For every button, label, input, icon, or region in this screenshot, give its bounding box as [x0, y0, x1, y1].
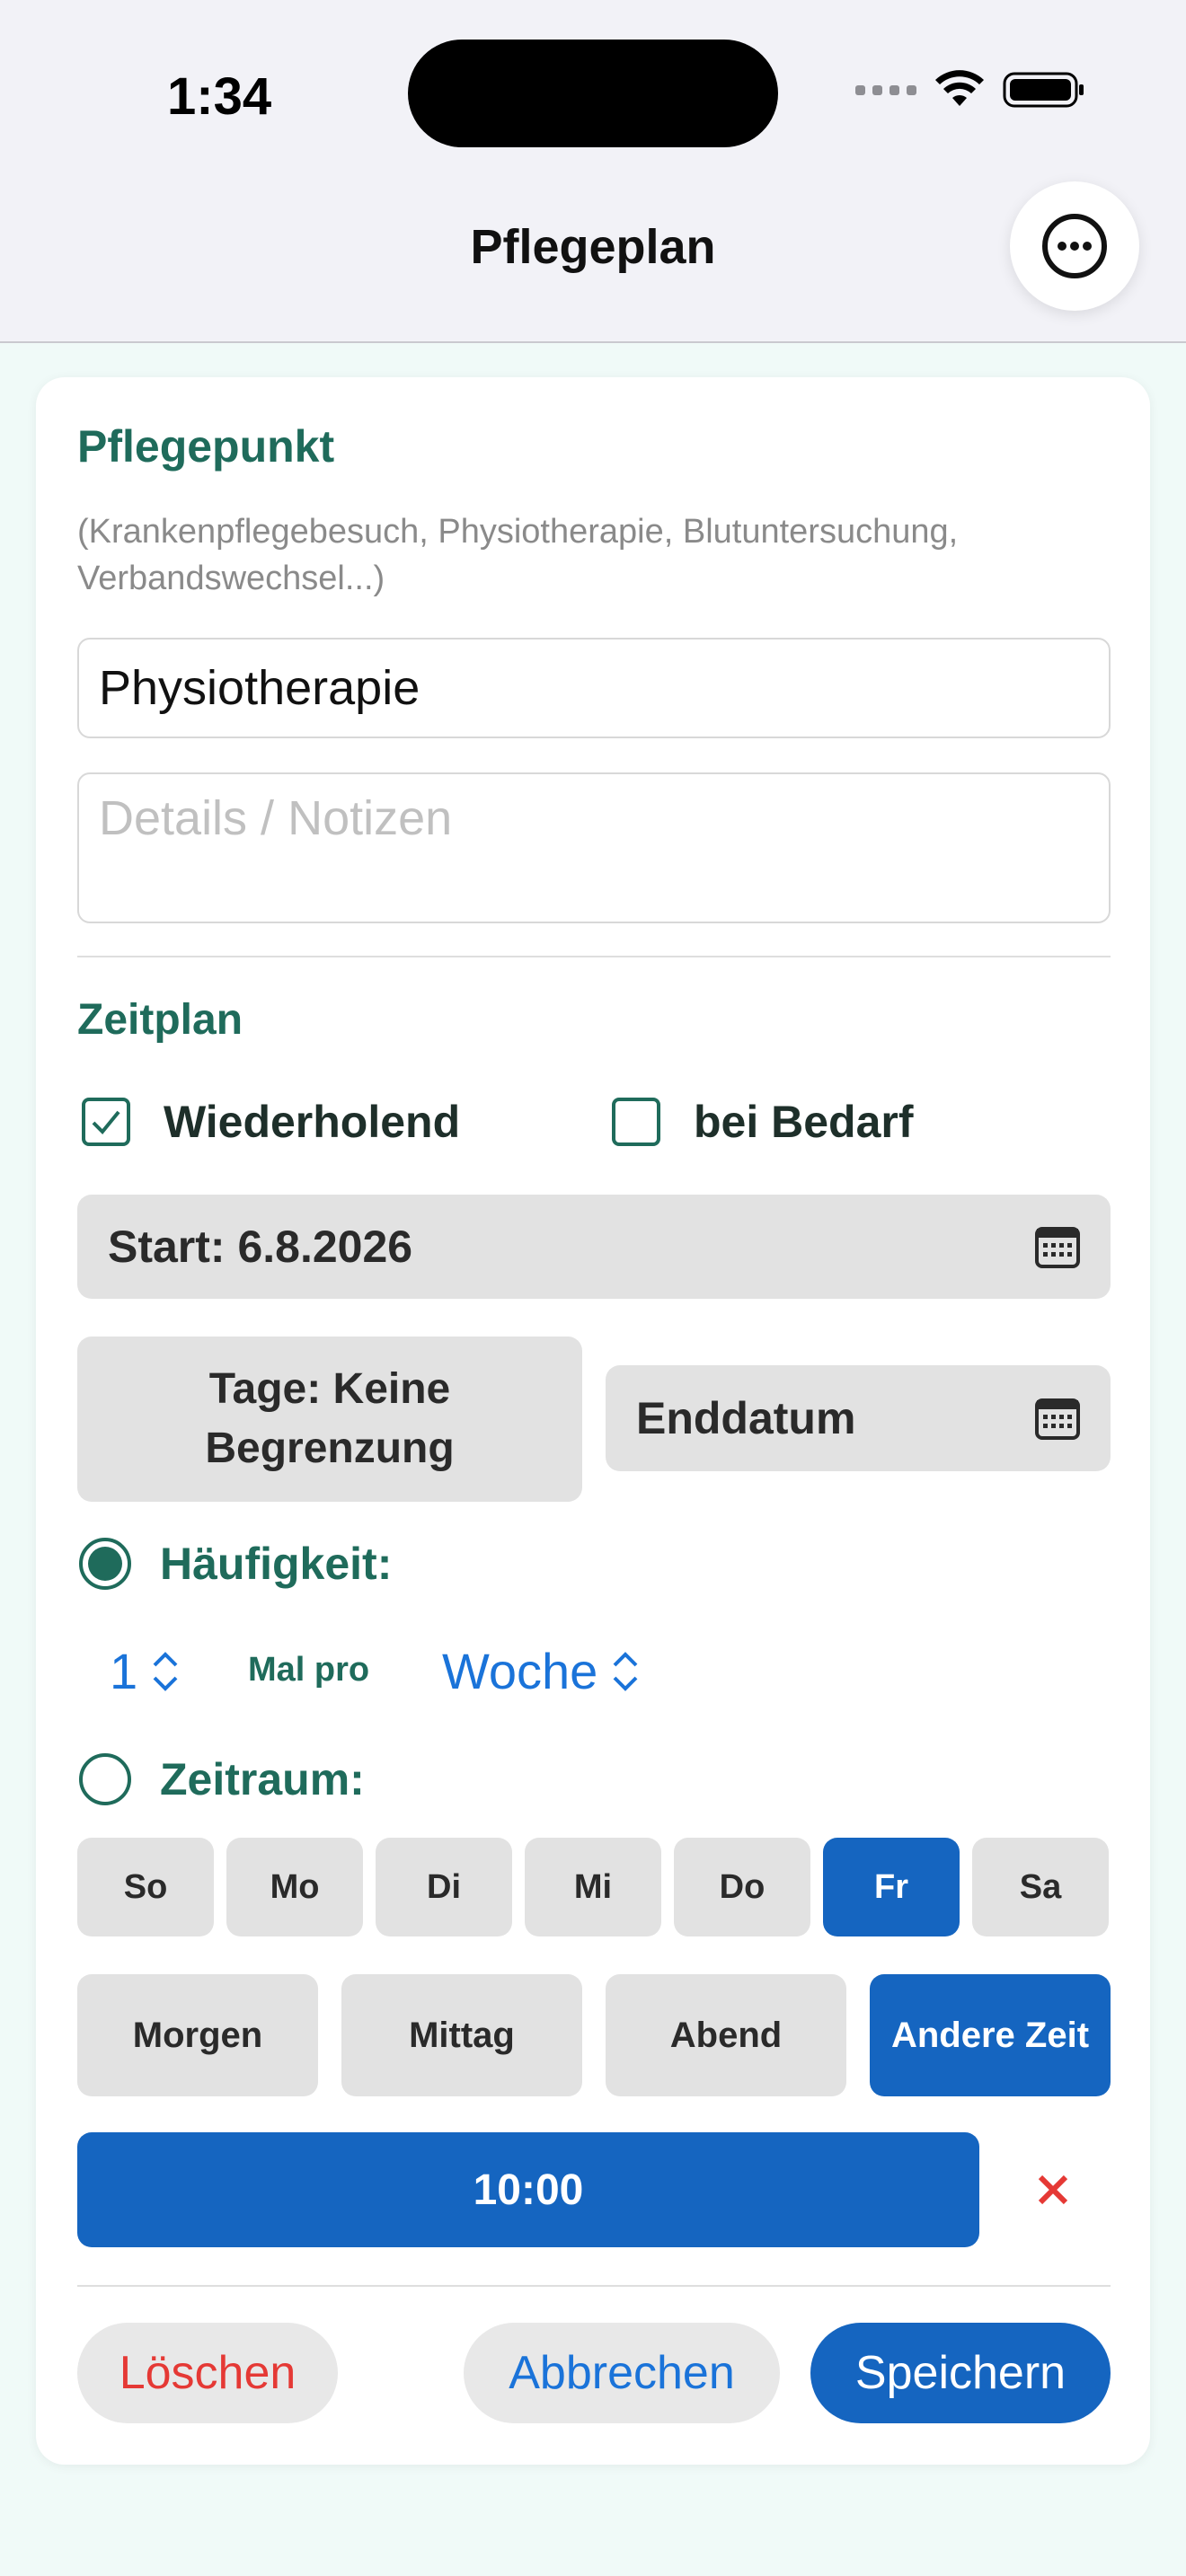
schedule-section-title: Zeitplan	[77, 996, 243, 1044]
status-icons	[855, 70, 1085, 110]
time-slot-noon[interactable]: Mittag	[341, 1974, 582, 2096]
chevron-up-down-icon	[613, 1651, 638, 1691]
weekday-button-so[interactable]: So	[77, 1838, 214, 1936]
recurring-checkbox[interactable]: Wiederholend	[81, 1096, 460, 1148]
weekday-button-fr[interactable]: Fr	[823, 1838, 960, 1936]
care-plan-card: Pflegepunkt (Krankenpflegebesuch, Physio…	[36, 377, 1150, 2465]
weekday-button-do[interactable]: Do	[674, 1838, 810, 1936]
care-item-hint: (Krankenpflegebesuch, Physiotherapie, Bl…	[77, 513, 959, 597]
days-limit-button[interactable]: Tage: Keine Begrenzung	[77, 1337, 582, 1502]
more-options-button[interactable]	[1010, 181, 1139, 311]
selected-time-button[interactable]: 10:00	[77, 2132, 979, 2247]
recurring-label: Wiederholend	[164, 1097, 461, 1147]
as-needed-label: bei Bedarf	[694, 1097, 914, 1147]
weekday-button-mi[interactable]: Mi	[525, 1838, 661, 1936]
days-limit-line2: Begrenzung	[205, 1425, 455, 1472]
navigation-header: 1:34 Pflegeplan	[0, 0, 1186, 343]
time-slot-other[interactable]: Andere Zeit	[870, 1974, 1111, 2096]
start-date-label: Start: 6.8.2026	[108, 1222, 413, 1272]
times-per-label: Mal pro	[248, 1651, 370, 1689]
close-icon	[1038, 2175, 1068, 2205]
checkbox-checked-icon	[82, 1098, 130, 1146]
frequency-unit-picker[interactable]: Woche	[442, 1642, 641, 1700]
battery-icon	[1003, 72, 1084, 108]
section-divider	[77, 956, 1111, 957]
radio-selected-icon	[79, 1538, 131, 1590]
radio-empty-icon	[79, 1753, 131, 1805]
period-label: Zeitraum:	[160, 1754, 365, 1804]
details-notes-placeholder: Details / Notizen	[99, 791, 453, 845]
page-title: Pflegeplan	[470, 220, 716, 274]
start-date-button[interactable]: Start: 6.8.2026	[77, 1195, 1111, 1299]
save-button[interactable]: Speichern	[810, 2323, 1111, 2423]
checkbox-empty-icon	[612, 1098, 660, 1146]
days-limit-line1: Tage: Keine	[208, 1365, 451, 1413]
delete-button[interactable]: Löschen	[77, 2323, 338, 2423]
frequency-unit-value: Woche	[442, 1643, 598, 1699]
frequency-label: Häufigkeit:	[160, 1539, 393, 1589]
wifi-icon	[935, 70, 984, 106]
care-item-name-input[interactable]: Physiotherapie	[77, 638, 1111, 738]
end-date-button[interactable]: Enddatum	[606, 1365, 1111, 1471]
dynamic-island	[408, 40, 778, 147]
cancel-button[interactable]: Abbrechen	[464, 2323, 780, 2423]
weekday-button-mo[interactable]: Mo	[226, 1838, 363, 1936]
frequency-count-value: 1	[110, 1643, 138, 1699]
end-date-label: Enddatum	[636, 1393, 856, 1443]
frequency-count-picker[interactable]: 1	[110, 1642, 181, 1700]
weekday-button-sa[interactable]: Sa	[972, 1838, 1109, 1936]
calendar-icon	[1035, 1398, 1080, 1440]
status-time: 1:34	[167, 67, 272, 126]
actions-divider	[77, 2285, 1111, 2287]
details-notes-input[interactable]: Details / Notizen	[77, 772, 1111, 923]
remove-time-button[interactable]	[1026, 2163, 1080, 2217]
calendar-icon	[1035, 1227, 1080, 1268]
weekday-button-di[interactable]: Di	[376, 1838, 512, 1936]
care-item-section-title: Pflegepunkt	[77, 421, 335, 472]
frequency-radio[interactable]: Häufigkeit:	[77, 1536, 392, 1592]
cellular-signal-icon	[855, 84, 916, 95]
period-radio[interactable]: Zeitraum:	[77, 1751, 365, 1807]
time-slot-morning[interactable]: Morgen	[77, 1974, 318, 2096]
chevron-up-down-icon	[153, 1651, 178, 1691]
time-slot-evening[interactable]: Abend	[606, 1974, 846, 2096]
as-needed-checkbox[interactable]: bei Bedarf	[611, 1096, 914, 1148]
ellipsis-circle-icon	[1042, 214, 1107, 278]
